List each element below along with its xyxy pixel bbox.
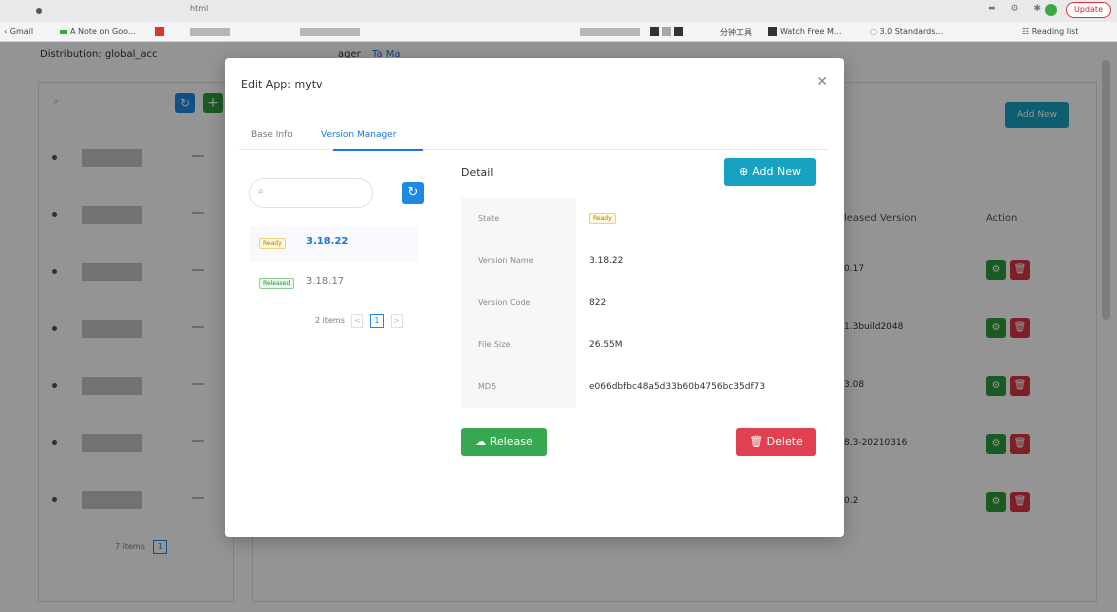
bookmark-icon: [674, 27, 683, 36]
tab-active-indicator: [333, 149, 423, 151]
bookmark-icon: [650, 27, 659, 36]
bookmark-dark[interactable]: [650, 27, 686, 36]
status-badge: Ready: [589, 213, 616, 224]
pager-prev-button[interactable]: <: [351, 314, 364, 328]
profile-avatar[interactable]: [1045, 4, 1057, 16]
detail-row-file-size: File Size 26.55M: [461, 324, 816, 366]
detail-value: e066dbfbc48a5d33b60b4756bc35df73: [589, 382, 766, 392]
detail-label: MD5: [461, 366, 576, 408]
detail-label: State: [461, 198, 576, 240]
detail-label: Version Name: [461, 240, 576, 282]
close-icon[interactable]: ✕: [816, 74, 828, 90]
browser-tab-title[interactable]: html: [190, 4, 208, 13]
delete-label: Delete: [766, 435, 803, 448]
browser-extension-icons[interactable]: ⬌ ⚙ ✱: [988, 4, 1047, 14]
bookmark-gmail[interactable]: ‹ Gmail: [4, 27, 33, 36]
pager-next-button[interactable]: >: [390, 314, 403, 328]
bookmark-watch[interactable]: Watch Free M...: [768, 27, 842, 36]
search-icon: ⌕: [258, 186, 264, 197]
detail-label: Version Code: [461, 282, 576, 324]
pager-page-button[interactable]: 1: [369, 314, 384, 328]
detail-row-version-name: Version Name 3.18.22: [461, 240, 816, 282]
bookmark-icon: [662, 27, 671, 36]
bookmark-icon: [60, 29, 67, 34]
version-number: 3.18.17: [306, 276, 345, 287]
trash-icon: 🗑: [749, 435, 764, 448]
detail-row-state: State Ready: [461, 198, 816, 240]
blurred-bookmarks: [580, 28, 640, 36]
add-new-version-button[interactable]: ⊕ Add New: [724, 158, 816, 186]
plus-circle-icon: ⊕: [738, 165, 749, 178]
detail-value: Ready: [576, 198, 816, 240]
detail-row-version-code: Version Code 822: [461, 282, 816, 324]
detail-value: 822: [589, 298, 607, 308]
blurred-bookmarks: [190, 28, 230, 36]
delete-button[interactable]: 🗑 Delete: [736, 428, 816, 456]
status-badge: Released: [259, 278, 295, 289]
bookmark-standards[interactable]: ◌ 3.0 Standards...: [870, 27, 943, 36]
version-list-item[interactable]: Released 3.18.17: [249, 266, 419, 302]
detail-label: File Size: [461, 324, 576, 366]
pager-count: 2 items: [315, 316, 345, 325]
browser-titlebar: html ⬌ ⚙ ✱ Update: [0, 0, 1117, 22]
bookmark-watch-label: Watch Free M...: [780, 27, 842, 36]
release-button[interactable]: ☁ Release: [461, 428, 547, 456]
modal-tabs: Base Info Version Manager: [239, 122, 829, 151]
version-list-item[interactable]: Ready 3.18.22: [249, 226, 419, 262]
blurred-bookmarks: [300, 28, 360, 36]
refresh-versions-button[interactable]: ↻: [402, 182, 424, 204]
cloud-upload-icon: ☁: [475, 435, 487, 448]
add-new-label: Add New: [752, 165, 801, 178]
bookmark-standards-label: 3.0 Standards...: [879, 27, 943, 36]
update-button[interactable]: Update: [1066, 2, 1111, 18]
detail-value: 26.55M: [589, 340, 623, 350]
tab-version-manager[interactable]: Version Manager: [321, 130, 396, 140]
detail-row-md5: MD5 e066dbfbc48a5d33b60b4756bc35df73: [461, 366, 816, 408]
version-pagination: 2 items < 1 >: [315, 314, 403, 328]
detail-value: 3.18.22: [589, 256, 624, 266]
reading-list-label: Reading list: [1031, 27, 1079, 36]
bookmark-anote-label: A Note on Goo...: [70, 27, 136, 36]
detail-heading: Detail: [461, 166, 494, 179]
bookmarks-bar: ‹ Gmail A Note on Goo... 分钟工具 Watch Free…: [0, 22, 1117, 42]
version-search-input[interactable]: ⌕: [249, 178, 373, 208]
release-label: Release: [489, 435, 533, 448]
bookmark-tool[interactable]: 分钟工具: [720, 27, 752, 38]
bookmark-icon: [768, 27, 777, 36]
version-number: 3.18.22: [306, 236, 349, 247]
bookmark-icon: [155, 27, 164, 36]
reading-list[interactable]: ☷ Reading list: [1022, 27, 1078, 36]
modal-title: Edit App: mytv: [241, 78, 323, 91]
edit-app-modal: Edit App: mytv ✕ Base Info Version Manag…: [225, 58, 844, 537]
bookmark-gmail-label: Gmail: [9, 27, 34, 36]
detail-table: State Ready Version Name 3.18.22 Version…: [461, 198, 816, 410]
tab-base-info[interactable]: Base Info: [251, 130, 293, 140]
bookmark-red[interactable]: [155, 27, 167, 36]
status-badge: Ready: [259, 238, 286, 249]
window-dot: [36, 8, 42, 14]
bookmark-anote[interactable]: A Note on Goo...: [60, 27, 135, 36]
